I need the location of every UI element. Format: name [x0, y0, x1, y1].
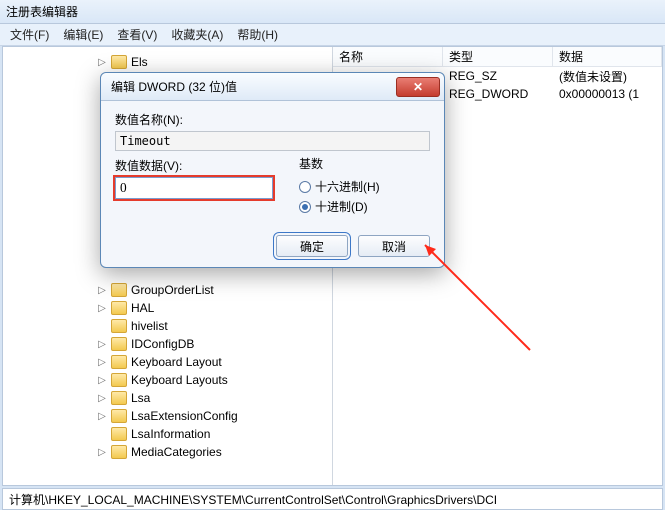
tree-item-label: Keyboard Layouts [131, 373, 228, 387]
expander-icon[interactable]: ▷ [97, 357, 107, 368]
tree-item[interactable]: ▷ IDConfigDB [3, 335, 332, 353]
folder-icon [111, 391, 127, 405]
menubar: 文件(F) 编辑(E) 查看(V) 收藏夹(A) 帮助(H) [0, 24, 665, 46]
value-data-input[interactable] [115, 177, 273, 199]
tree-item-label: hivelist [131, 319, 168, 333]
ok-button-label: 确定 [300, 238, 324, 255]
folder-icon [111, 427, 127, 441]
tree-item[interactable]: ▷ HAL [3, 299, 332, 317]
cell-type: REG_SZ [443, 69, 553, 83]
close-button[interactable]: ✕ [396, 77, 440, 97]
expander-icon[interactable]: ▷ [97, 303, 107, 314]
cancel-button-label: 取消 [382, 238, 406, 255]
folder-icon [111, 319, 127, 333]
tree-item[interactable]: LsaInformation [3, 425, 332, 443]
list-header: 名称 类型 数据 [333, 47, 662, 67]
cancel-button[interactable]: 取消 [358, 235, 430, 257]
menu-help[interactable]: 帮助(H) [237, 26, 278, 43]
value-name-text: Timeout [120, 134, 171, 148]
folder-icon [111, 301, 127, 315]
tree-item-els[interactable]: ▷ Els [3, 53, 332, 71]
tree-item-label: Els [131, 55, 148, 69]
window-title: 注册表编辑器 [6, 3, 78, 20]
tree-item-label: HAL [131, 301, 154, 315]
expander-icon[interactable]: ▷ [97, 375, 107, 386]
expander-icon[interactable]: ▷ [97, 411, 107, 422]
close-icon: ✕ [413, 80, 423, 94]
cell-type: REG_DWORD [443, 87, 553, 101]
menu-file[interactable]: 文件(F) [10, 26, 49, 43]
folder-icon [111, 55, 127, 69]
radio-hex-label: 十六进制(H) [315, 178, 380, 195]
statusbar-path: 计算机\HKEY_LOCAL_MACHINE\SYSTEM\CurrentCon… [9, 491, 497, 508]
value-data-label: 数值数据(V): [115, 157, 273, 174]
value-name-label: 数值名称(N): [115, 111, 430, 128]
tree-item[interactable]: ▷ Lsa [3, 389, 332, 407]
tree-item-label: LsaExtensionConfig [131, 409, 238, 423]
radio-dec[interactable]: 十进制(D) [299, 198, 380, 215]
tree-item-label: Keyboard Layout [131, 355, 222, 369]
expander-icon[interactable] [97, 321, 107, 332]
menu-edit[interactable]: 编辑(E) [63, 26, 103, 43]
folder-icon [111, 355, 127, 369]
menu-favorites[interactable]: 收藏夹(A) [171, 26, 223, 43]
tree-item[interactable]: ▷ GroupOrderList [3, 281, 332, 299]
tree-item[interactable]: hivelist [3, 317, 332, 335]
tree-item[interactable]: ▷ MediaCategories [3, 443, 332, 461]
tree-item-label: GroupOrderList [131, 283, 214, 297]
col-header-data[interactable]: 数据 [553, 47, 662, 66]
statusbar: 计算机\HKEY_LOCAL_MACHINE\SYSTEM\CurrentCon… [2, 488, 663, 510]
expander-icon[interactable]: ▷ [97, 285, 107, 296]
dialog-titlebar[interactable]: 编辑 DWORD (32 位)值 ✕ [101, 73, 444, 101]
folder-icon [111, 373, 127, 387]
menu-view[interactable]: 查看(V) [117, 26, 157, 43]
expander-icon[interactable]: ▷ [97, 447, 107, 458]
value-name-field: Timeout [115, 131, 430, 151]
base-label: 基数 [299, 155, 380, 172]
col-header-type[interactable]: 类型 [443, 47, 553, 66]
col-header-name[interactable]: 名称 [333, 47, 443, 66]
cell-data: (数值未设置) [553, 68, 662, 85]
folder-icon [111, 337, 127, 351]
expander-icon[interactable]: ▷ [97, 393, 107, 404]
expander-icon[interactable]: ▷ [97, 339, 107, 350]
radio-dec-label: 十进制(D) [315, 198, 368, 215]
dialog-title: 编辑 DWORD (32 位)值 [111, 78, 237, 95]
folder-icon [111, 445, 127, 459]
folder-icon [111, 409, 127, 423]
expander-icon[interactable]: ▷ [97, 57, 107, 68]
ok-button[interactable]: 确定 [276, 235, 348, 257]
folder-icon [111, 283, 127, 297]
radio-icon [299, 201, 311, 213]
edit-dword-dialog: 编辑 DWORD (32 位)值 ✕ 数值名称(N): Timeout 数值数据… [100, 72, 445, 268]
window-titlebar: 注册表编辑器 [0, 0, 665, 24]
radio-icon [299, 181, 311, 193]
tree-item-label: IDConfigDB [131, 337, 194, 351]
radio-hex[interactable]: 十六进制(H) [299, 178, 380, 195]
tree-item-label: MediaCategories [131, 445, 222, 459]
tree-item[interactable]: ▷ LsaExtensionConfig [3, 407, 332, 425]
tree-item[interactable]: ▷ Keyboard Layouts [3, 371, 332, 389]
tree-item-label: LsaInformation [131, 427, 210, 441]
tree-item-label: Lsa [131, 391, 150, 405]
cell-data: 0x00000013 (1 [553, 87, 662, 101]
expander-icon[interactable] [97, 429, 107, 440]
tree-item[interactable]: ▷ Keyboard Layout [3, 353, 332, 371]
